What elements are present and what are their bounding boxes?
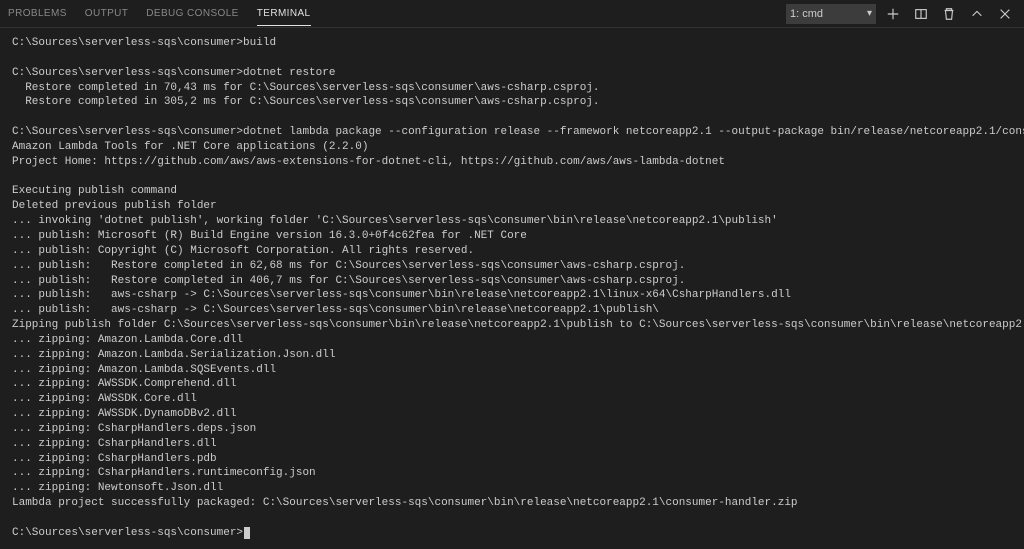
trash-icon	[942, 7, 956, 21]
chevron-up-icon	[970, 7, 984, 21]
plus-icon	[886, 7, 900, 21]
tab-problems[interactable]: PROBLEMS	[8, 2, 67, 26]
terminal-selector-label: 1: cmd	[790, 8, 823, 20]
terminal-output[interactable]: C:\Sources\serverless-sqs\consumer>build…	[0, 28, 1024, 549]
close-panel-button[interactable]	[994, 3, 1016, 25]
panel-tabs: PROBLEMS OUTPUT DEBUG CONSOLE TERMINAL	[8, 2, 786, 26]
close-icon	[998, 7, 1012, 21]
split-panel-icon	[914, 7, 928, 21]
new-terminal-button[interactable]	[882, 3, 904, 25]
tab-terminal[interactable]: TERMINAL	[257, 2, 311, 26]
tab-output[interactable]: OUTPUT	[85, 2, 129, 26]
kill-terminal-button[interactable]	[938, 3, 960, 25]
terminal-cursor	[244, 527, 250, 539]
maximize-panel-button[interactable]	[966, 3, 988, 25]
panel-header: PROBLEMS OUTPUT DEBUG CONSOLE TERMINAL 1…	[0, 0, 1024, 28]
panel-toolbar: 1: cmd ▾	[786, 3, 1016, 25]
split-terminal-button[interactable]	[910, 3, 932, 25]
tab-debug-console[interactable]: DEBUG CONSOLE	[146, 2, 238, 26]
chevron-down-icon: ▾	[867, 8, 872, 19]
terminal-text: C:\Sources\serverless-sqs\consumer>build…	[12, 37, 1024, 539]
terminal-selector-dropdown[interactable]: 1: cmd ▾	[786, 4, 876, 24]
